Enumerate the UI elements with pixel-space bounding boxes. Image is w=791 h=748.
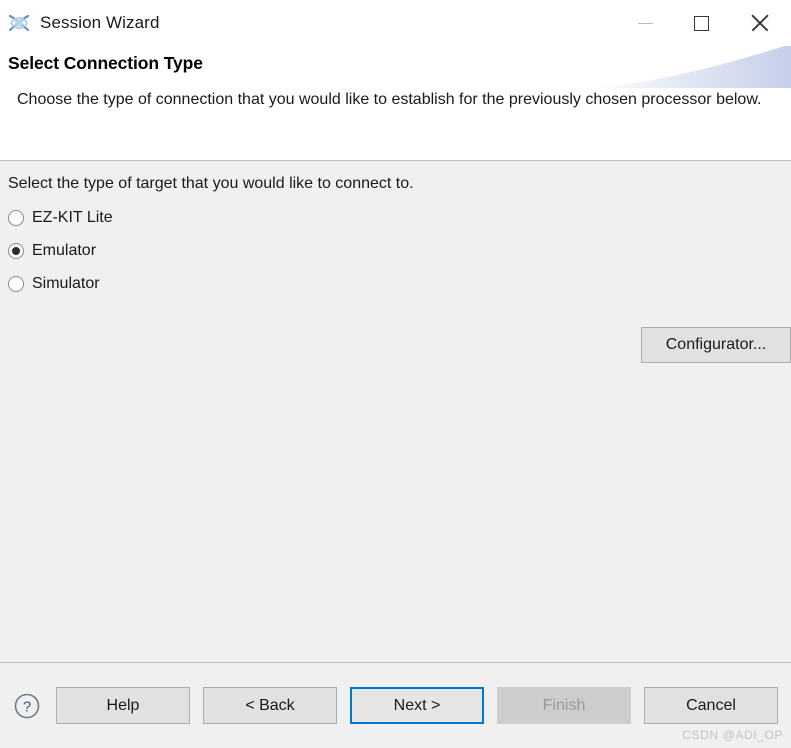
close-button[interactable] [729,0,791,46]
radio-button-icon [8,275,24,292]
help-button[interactable]: Help [56,687,190,724]
finish-button: Finish [497,687,631,724]
cancel-button[interactable]: Cancel [644,687,778,724]
radio-label: EZ-KIT Lite [32,208,113,226]
maximize-button[interactable] [673,0,729,46]
radio-button-icon [8,209,24,226]
help-circle-icon[interactable]: ? [13,692,41,720]
title-bar: Session Wizard [0,0,791,46]
session-wizard-icon [8,14,30,32]
page-description: Choose the type of connection that you w… [17,91,762,108]
page-title: Select Connection Type [8,53,203,73]
wizard-header: Select Connection Type Choose the type o… [0,46,791,161]
configurator-button-wrap: Configurator... [641,327,791,363]
watermark: CSDN @ADI_OP [682,728,783,742]
minimize-icon [637,22,653,24]
dialog-button-bar: ? Help < Back Next > Finish Cancel CSDN … [0,662,791,748]
radio-label: Simulator [32,274,100,292]
window-controls [617,0,791,46]
minimize-button[interactable] [617,0,673,46]
svg-text:?: ? [23,698,31,715]
radio-button-selected-icon [8,242,24,259]
close-icon [750,13,770,33]
next-button[interactable]: Next > [350,687,484,724]
selection-prompt: Select the type of target that you would… [8,175,414,192]
radio-option-ez-kit-lite[interactable]: EZ-KIT Lite [8,201,791,234]
window-title: Session Wizard [40,13,160,32]
wizard-content: Select the type of target that you would… [0,161,791,662]
maximize-icon [693,15,709,31]
back-button[interactable]: < Back [203,687,337,724]
radio-label: Emulator [32,241,97,259]
connection-type-radio-group: EZ-KIT Lite Emulator Simulator [8,201,791,300]
radio-option-simulator[interactable]: Simulator [8,267,791,300]
session-wizard-dialog: Session Wizard Select Connection Type Ch… [0,0,791,748]
radio-option-emulator[interactable]: Emulator [8,234,791,267]
configurator-button[interactable]: Configurator... [641,327,791,363]
